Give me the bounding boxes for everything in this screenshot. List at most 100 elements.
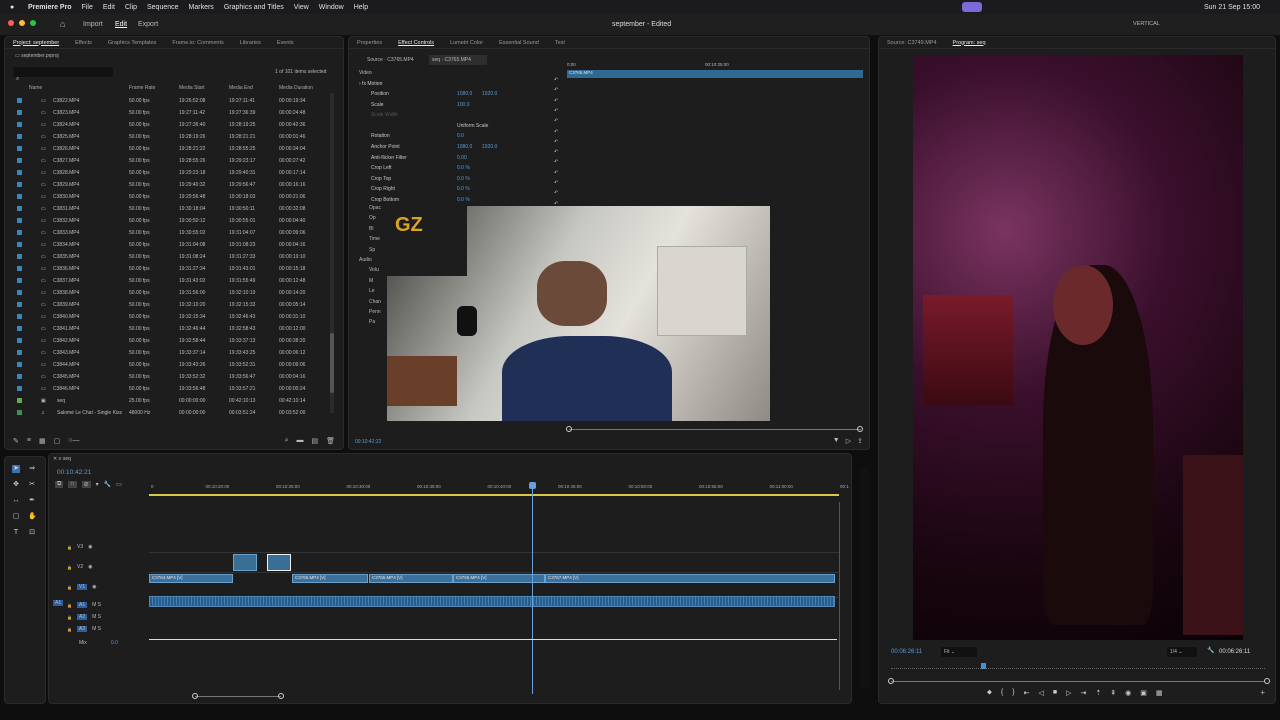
list-item[interactable]: ▣ seq 25.00 fps 00:00:00:00 00:42:10:13 00:42… — [5, 395, 333, 407]
list-item[interactable]: ▭ C3836.MP4 50.00 fps 19:31:27:34 19:31:43:0… — [5, 263, 333, 275]
label-color-swatch[interactable] — [17, 194, 22, 199]
list-item[interactable]: ▭ C3828.MP4 50.00 fps 19:29:23:18 19:29:40:3… — [5, 167, 333, 179]
menu-graphics[interactable]: Graphics and Titles — [224, 4, 284, 11]
list-item[interactable]: ▭ C3842.MP4 50.00 fps 19:32:58:44 19:33:37:1… — [5, 335, 333, 347]
list-item[interactable]: ♫ Salomé Le Chat - Single Kiss 48000 Hz 00:… — [5, 407, 333, 419]
search-input[interactable]: ⌕ — [13, 67, 113, 82]
label-color-swatch[interactable] — [17, 302, 22, 307]
timeline-vscroll[interactable] — [839, 502, 843, 690]
menu-file[interactable]: File — [82, 4, 93, 11]
ec-property[interactable]: Anchor Point 1080.0 1920.0 — [355, 142, 565, 152]
nav-edit[interactable]: Edit — [115, 21, 127, 28]
v2-clip-selected[interactable] — [267, 554, 291, 571]
mute-solo-icon[interactable]: M S — [92, 602, 101, 608]
menu-view[interactable]: View — [294, 4, 309, 11]
v2-clip[interactable] — [233, 554, 257, 571]
list-item[interactable]: ▭ C3830.MP4 50.00 fps 19:29:56:48 19:30:18:0… — [5, 191, 333, 203]
track-label[interactable]: V3 — [77, 544, 83, 550]
zoom-slider[interactable]: ○— — [68, 437, 79, 445]
menu-markers[interactable]: Markers — [189, 4, 214, 11]
toggle-output-icon[interactable]: ◉ — [88, 544, 92, 550]
list-item[interactable]: ▭ C3826.MP4 50.00 fps 19:28:21:22 19:28:55:2… — [5, 143, 333, 155]
list-item[interactable]: ▭ C3825.MP4 50.00 fps 19:28:19:26 19:28:21:2… — [5, 131, 333, 143]
a1-audio-clip[interactable] — [149, 596, 835, 607]
work-area-bar[interactable] — [149, 494, 839, 496]
captions-icon[interactable]: ▭ — [116, 481, 122, 488]
razor-tool-icon[interactable]: ✂ — [28, 481, 36, 489]
track-header[interactable]: 🔒 A3 M S — [67, 624, 147, 634]
ec-value-1[interactable]: 1080.0 — [457, 144, 472, 150]
new-item-icon[interactable]: ▤ — [311, 437, 318, 445]
list-item[interactable]: ▭ C3845.MP4 50.00 fps 19:33:52:32 19:33:56:4… — [5, 371, 333, 383]
list-item[interactable]: ▭ C3833.MP4 50.00 fps 19:30:55:02 19:31:04:0… — [5, 227, 333, 239]
tab-events[interactable]: Events — [269, 40, 302, 46]
program-ruler[interactable] — [891, 665, 1265, 669]
tab-effects[interactable]: Effects — [67, 40, 100, 46]
menu-clip[interactable]: Clip — [125, 4, 137, 11]
label-color-swatch[interactable] — [17, 134, 22, 139]
tab-frameio[interactable]: Frame.io: Comments — [164, 40, 231, 46]
ec-motion[interactable]: › fx Motion — [359, 81, 382, 87]
ec-effect-label[interactable]: Pa — [369, 319, 375, 325]
timeline-playhead[interactable] — [532, 484, 533, 694]
reset-icon[interactable]: ↶ — [554, 87, 558, 93]
pen-tool-icon[interactable]: ✒ — [28, 497, 36, 505]
tab-project[interactable]: Project: september — [5, 40, 67, 46]
mute-solo-icon[interactable]: M S — [92, 614, 101, 620]
lift-icon[interactable]: ⇡ — [1095, 689, 1101, 697]
program-zoom-left[interactable] — [888, 678, 894, 684]
seq-clip-label[interactable]: seq · C3765.MP4 — [429, 55, 487, 65]
tab-lumetri[interactable]: Lumetri Color — [442, 40, 491, 46]
v1-clip-2[interactable]: C3765.MP4 [V] — [292, 574, 368, 583]
ec-effect-label[interactable]: Bl — [369, 226, 373, 232]
add-marker-icon[interactable]: ⬥ — [987, 689, 992, 697]
list-item[interactable]: ▭ C3843.MP4 50.00 fps 19:33:37:14 19:33:43:2… — [5, 347, 333, 359]
list-item[interactable]: ▭ C3832.MP4 50.00 fps 19:30:50:12 19:30:55:0… — [5, 215, 333, 227]
source-clip-label[interactable]: Source · C3765.MP4 — [367, 57, 414, 63]
nest-icon[interactable]: ⧉ — [55, 481, 64, 488]
label-color-swatch[interactable] — [17, 206, 22, 211]
reset-icon[interactable]: ↶ — [554, 180, 558, 186]
snap-icon[interactable]: ∩ — [68, 481, 77, 488]
ec-effect-label[interactable]: Le — [369, 288, 375, 294]
reset-icon[interactable]: ↶ — [554, 108, 558, 114]
settings-wrench-icon[interactable]: 🔧 — [104, 481, 111, 488]
lock-icon[interactable]: 🔒 — [67, 545, 72, 550]
label-color-swatch[interactable] — [17, 242, 22, 247]
col-name[interactable]: Name — [29, 85, 42, 91]
lock-icon[interactable]: 🔒 — [67, 627, 72, 632]
mute-solo-icon[interactable]: M S — [92, 626, 101, 632]
label-color-swatch[interactable] — [17, 398, 22, 403]
ec-zoom-handle-right[interactable] — [857, 426, 863, 432]
lock-icon[interactable]: 🔒 — [67, 615, 72, 620]
reset-icon[interactable]: ↶ — [554, 98, 558, 104]
lock-icon[interactable]: 🔒 — [67, 565, 72, 570]
track-label[interactable]: A2 — [76, 614, 88, 620]
ec-value-2[interactable]: 1920.0 — [482, 91, 497, 97]
label-color-swatch[interactable] — [17, 110, 22, 115]
label-color-swatch[interactable] — [17, 218, 22, 223]
label-color-swatch[interactable] — [17, 314, 22, 319]
compare-view-icon[interactable]: ▣ — [1140, 689, 1147, 697]
ec-property[interactable]: Crop Top 0.0 % — [355, 174, 565, 184]
reset-icon[interactable]: ↶ — [554, 118, 558, 124]
ec-timecode[interactable]: 00:10:42:22 — [355, 439, 381, 445]
wrench-icon[interactable]: 🔧 — [1207, 647, 1214, 654]
status-pill-icon[interactable] — [962, 2, 982, 12]
ec-effect-label[interactable]: Time — [369, 236, 380, 242]
track-label[interactable]: A1 — [76, 602, 88, 608]
v1-clip-1[interactable]: C3764.MP4 [V] — [149, 574, 233, 583]
go-to-in-icon[interactable]: ⇤ — [1024, 689, 1030, 697]
list-item[interactable]: ▭ C3823.MP4 50.00 fps 19:27:11:42 19:27:36:3… — [5, 107, 333, 119]
freeform-view-icon[interactable]: ▢ — [54, 437, 61, 445]
reset-icon[interactable]: ↶ — [554, 170, 558, 176]
list-item[interactable]: ▭ C3827.MP4 50.00 fps 19:28:55:26 19:29:23:1… — [5, 155, 333, 167]
minimize-window-icon[interactable] — [19, 20, 25, 26]
label-color-swatch[interactable] — [17, 158, 22, 163]
list-item[interactable]: ▭ C3838.MP4 50.00 fps 19:31:56:00 19:32:10:1… — [5, 287, 333, 299]
caption-tool-icon[interactable]: ⊡ — [28, 529, 36, 537]
list-item[interactable]: ▭ C3840.MP4 50.00 fps 19:32:15:34 19:32:46:4… — [5, 311, 333, 323]
nav-export[interactable]: Export — [138, 21, 158, 28]
reset-icon[interactable]: ↶ — [554, 139, 558, 145]
ec-property[interactable]: Rotation 0.0 — [355, 131, 565, 141]
